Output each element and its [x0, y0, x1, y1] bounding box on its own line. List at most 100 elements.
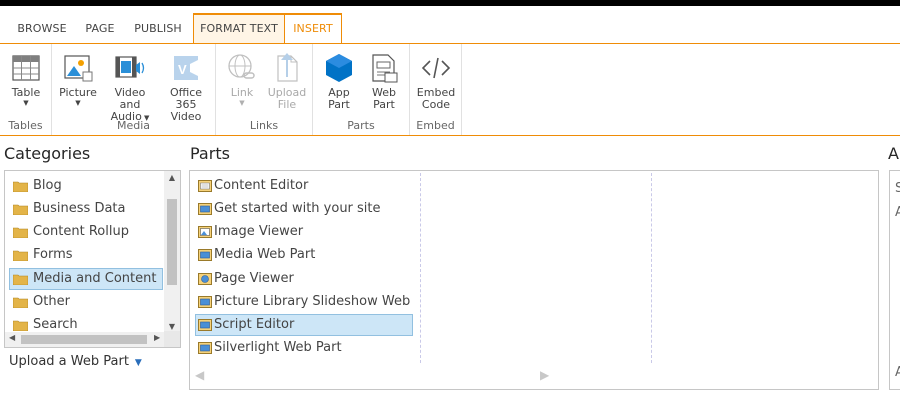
folder-icon — [13, 297, 28, 308]
web-part-label-2: Part — [373, 98, 395, 111]
folder-icon — [13, 274, 28, 285]
office365-video-icon: V — [174, 56, 198, 80]
about-title-fragment: S — [895, 181, 900, 196]
part-label: Script Editor — [214, 317, 295, 332]
link-button[interactable]: Link ▼ — [222, 52, 262, 107]
tab-publish[interactable]: PUBLISH — [126, 13, 190, 43]
upload-web-part-label: Upload a Web Part — [9, 354, 129, 369]
office365-video-button[interactable]: V Office 365 Video — [158, 52, 214, 123]
about-description-fragment: A — [895, 205, 900, 220]
scrollbar-corner — [164, 331, 180, 347]
part-label: Silverlight Web Part — [214, 340, 342, 355]
category-item[interactable]: Forms — [9, 244, 163, 266]
tab-browse[interactable]: BROWSE — [11, 13, 73, 43]
group-parts: App Part Web Part Parts — [313, 44, 410, 135]
link-label: Link — [230, 86, 254, 99]
video-audio-button[interactable]: Video and Audio ▼ — [103, 52, 157, 124]
app-part-label-2: Part — [328, 98, 350, 111]
part-label: Image Viewer — [214, 224, 304, 239]
tab-insert[interactable]: INSERT — [284, 13, 342, 46]
web-part-icon — [198, 296, 212, 308]
part-item[interactable]: Silverlight Web Part — [195, 337, 413, 359]
category-label: Media and Content — [33, 271, 157, 286]
parts-list: Content Editor Get started with your sit… — [189, 170, 879, 390]
embed-code-label-2: Code — [421, 98, 451, 111]
part-label: Picture Library Slideshow Web Par — [214, 294, 413, 309]
upload-web-part-link[interactable]: Upload a Web Part ▼ — [9, 354, 142, 369]
category-label: Search — [33, 317, 78, 332]
part-item[interactable]: Image Viewer — [195, 221, 413, 243]
horizontal-scroll-thumb[interactable] — [21, 335, 147, 344]
category-label: Business Data — [33, 201, 126, 216]
category-item[interactable]: Blog — [9, 175, 163, 197]
part-label: Media Web Part — [214, 247, 316, 262]
ribbon: Table ▼ Tables Picture ▼ Video and Audio… — [0, 43, 900, 136]
tab-format-text[interactable]: FORMAT TEXT — [193, 13, 285, 45]
about-heading: A — [888, 144, 899, 163]
folder-icon — [13, 204, 28, 215]
group-label-links: Links — [249, 119, 279, 132]
part-label: Get started with your site — [214, 201, 381, 216]
part-label: Page Viewer — [214, 271, 294, 286]
group-label-embed: Embed — [416, 119, 455, 132]
app-part-icon — [326, 54, 352, 82]
folder-icon — [13, 181, 28, 192]
next-page-arrow-icon[interactable]: ▶ — [540, 368, 549, 382]
ribbon-tabs: BROWSE PAGE PUBLISH FORMAT TEXT INSERT — [0, 13, 900, 46]
picture-button[interactable]: Picture ▼ — [58, 52, 98, 107]
part-item[interactable]: Media Web Part — [195, 244, 413, 266]
category-label: Content Rollup — [33, 224, 129, 239]
category-item[interactable]: Business Data — [9, 198, 163, 220]
horizontal-scrollbar[interactable]: ◀ ▶ — [5, 332, 166, 347]
scroll-right-arrow-icon[interactable]: ▶ — [154, 333, 160, 342]
part-item[interactable]: Picture Library Slideshow Web Par — [195, 291, 413, 313]
web-part-icon — [372, 54, 398, 83]
part-item[interactable]: Content Editor — [195, 175, 413, 197]
folder-icon — [13, 320, 28, 331]
office365-label-1: Office 365 — [169, 86, 203, 111]
previous-page-arrow-icon[interactable]: ◀ — [195, 368, 204, 382]
about-footer-fragment: A — [895, 365, 900, 380]
web-part-icon — [198, 249, 212, 261]
scroll-down-arrow-icon[interactable]: ▼ — [164, 322, 180, 331]
category-item[interactable]: Other — [9, 291, 163, 313]
parts-heading: Parts — [190, 144, 230, 163]
part-item-selected[interactable]: Script Editor — [195, 314, 413, 336]
part-item[interactable]: Get started with your site — [195, 198, 413, 220]
video-audio-icon — [115, 56, 145, 78]
embed-code-button[interactable]: Embed Code — [414, 52, 458, 111]
upload-file-icon — [277, 53, 298, 82]
scroll-left-arrow-icon[interactable]: ◀ — [9, 333, 15, 342]
category-item[interactable]: Content Rollup — [9, 221, 163, 243]
category-label: Blog — [33, 178, 62, 193]
category-item-selected[interactable]: Media and Content — [9, 268, 163, 290]
page-viewer-icon — [198, 273, 212, 285]
table-label: Table — [11, 86, 41, 99]
web-part-button[interactable]: Web Part — [363, 52, 405, 111]
group-links: Link ▼ Upload File Links — [216, 44, 313, 135]
categories-heading: Categories — [4, 144, 91, 163]
scroll-up-arrow-icon[interactable]: ▲ — [164, 173, 180, 182]
web-part-icon — [198, 319, 212, 331]
embed-code-icon — [421, 57, 451, 79]
svg-text:V: V — [178, 62, 187, 77]
chevron-down-icon: ▼ — [134, 358, 142, 368]
tab-page[interactable]: PAGE — [78, 13, 122, 43]
upload-file-label-2: File — [277, 98, 297, 111]
web-part-icon — [198, 342, 212, 354]
category-label: Forms — [33, 247, 73, 262]
about-panel: S A A — [889, 170, 900, 390]
vertical-scroll-thumb[interactable] — [167, 199, 177, 285]
column-separator — [420, 173, 421, 363]
categories-list: Blog Business Data Content Rollup Forms … — [4, 170, 181, 348]
upload-file-button[interactable]: Upload File — [264, 52, 310, 111]
globe-link-icon — [228, 54, 255, 79]
category-label: Other — [33, 294, 70, 309]
table-icon — [12, 55, 40, 81]
part-label: Content Editor — [214, 178, 309, 193]
table-button[interactable]: Table ▼ — [6, 52, 46, 107]
app-part-button[interactable]: App Part — [319, 52, 359, 111]
web-part-icon — [198, 180, 212, 192]
vertical-scrollbar[interactable]: ▲ ▼ — [164, 171, 180, 333]
part-item[interactable]: Page Viewer — [195, 268, 413, 290]
